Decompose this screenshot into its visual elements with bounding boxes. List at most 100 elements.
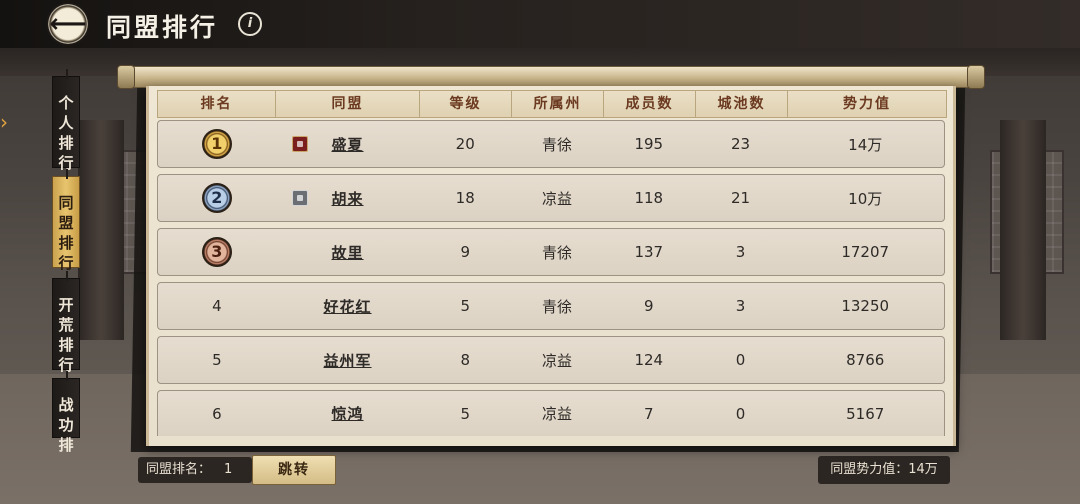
- level-cell: 5: [460, 297, 470, 315]
- power-cell: 5167: [846, 404, 885, 423]
- alliance-name-link[interactable]: 益州军: [324, 352, 372, 370]
- alliance-rank-label: 同盟排名：: [146, 462, 212, 477]
- level-cell: 9: [460, 243, 470, 261]
- background-pillar-right: [1000, 120, 1046, 340]
- power-cell: 8766: [846, 351, 885, 369]
- side-tab-char: 开: [58, 296, 74, 314]
- alliance-name-cell: 益州军: [276, 350, 420, 371]
- state-cell: 青徐: [541, 297, 572, 316]
- table-header: 排名 同盟 等级 所属州 成员数 城池数 势力值: [157, 90, 947, 118]
- alliance-power-label: 同盟势力值：14万: [818, 456, 950, 484]
- power-cell: 10万: [848, 189, 883, 208]
- alliance-rank-field[interactable]: 同盟排名： 1: [138, 457, 252, 483]
- table-row[interactable]: 3 故里 9 青徐 137 3 17207: [157, 228, 945, 276]
- side-tab-char: 排: [58, 134, 74, 152]
- cities-cell: 0: [735, 351, 746, 369]
- background-pillar-left: [78, 120, 124, 340]
- side-tab-char: 荒: [58, 316, 74, 334]
- page-title: 同盟排行: [106, 13, 219, 42]
- ranking-panel: 排名 同盟 等级 所属州 成员数 城池数 势力值 1 盛夏 20 青徐 195 23 14万…: [146, 86, 956, 446]
- cities-cell: 3: [735, 297, 746, 315]
- level-cell: 20: [455, 135, 475, 153]
- state-cell: 凉益: [541, 189, 572, 208]
- state-cell: 青徐: [541, 135, 572, 154]
- alliance-name-link[interactable]: 故里: [332, 244, 364, 262]
- members-cell: 124: [634, 351, 664, 369]
- side-tab-char: 功: [58, 416, 74, 434]
- alliance-name-link[interactable]: 胡来: [332, 190, 364, 208]
- ranking-list[interactable]: 1 盛夏 20 青徐 195 23 14万 2 胡来 18 凉益 118 21 10万 3 故里 9 青徐 137 3…: [157, 120, 945, 442]
- side-tab-0[interactable]: 个人排行: [52, 69, 80, 172]
- side-tab-char: 盟: [58, 214, 74, 232]
- members-cell: 195: [634, 135, 664, 153]
- rank-cell: 1: [158, 129, 276, 159]
- members-cell: 118: [634, 189, 664, 207]
- alliance-flag-icon: [291, 190, 308, 206]
- level-cell: 5: [460, 404, 470, 423]
- gold-medal-icon: 1: [201, 129, 232, 159]
- alliance-name-cell: 盛夏: [276, 134, 420, 155]
- level-cell: 8: [460, 351, 470, 369]
- top-bar: ⟵ 同盟排行 i: [0, 0, 1080, 48]
- table-row[interactable]: 1 盛夏 20 青徐 195 23 14万: [157, 120, 945, 168]
- rank-cell: 6: [212, 404, 222, 423]
- back-button[interactable]: ⟵: [48, 4, 88, 44]
- side-tab-char: 排: [58, 436, 74, 454]
- side-tab-char: 战: [58, 396, 74, 414]
- table-row[interactable]: 4 好花红 5 青徐 9 3 13250: [157, 282, 945, 330]
- state-cell: 凉益: [541, 351, 572, 370]
- side-tab-1[interactable]: 同盟排行: [52, 169, 80, 272]
- members-cell: 7: [643, 404, 654, 423]
- table-row[interactable]: 6 惊鸿 5 凉益 7 0 5167: [157, 390, 945, 436]
- table-row[interactable]: 5 益州军 8 凉益 124 0 8766: [157, 336, 945, 384]
- column-header-power: 势力值: [843, 96, 891, 112]
- bronze-medal-icon: 3: [201, 237, 232, 267]
- cities-cell: 3: [735, 243, 746, 261]
- side-tab-char: 同: [58, 194, 74, 212]
- power-cell: 13250: [841, 297, 890, 315]
- alliance-name-cell: 好花红: [276, 296, 420, 317]
- column-header-state: 所属州: [512, 91, 604, 117]
- alliance-name-link[interactable]: 好花红: [324, 298, 372, 316]
- rank-cell: 3: [158, 237, 276, 267]
- column-header-level: 等级: [420, 91, 512, 117]
- state-cell: 青徐: [541, 243, 572, 262]
- alliance-flag-icon: [291, 136, 308, 152]
- expand-arrow-icon[interactable]: ›: [0, 110, 14, 134]
- alliance-name-cell: 胡来: [276, 188, 420, 209]
- alliance-name-link[interactable]: 惊鸿: [332, 405, 364, 423]
- cities-cell: 23: [730, 135, 751, 153]
- side-tab-char: 排: [58, 234, 74, 252]
- members-cell: 137: [634, 243, 664, 261]
- alliance-name-link[interactable]: 盛夏: [332, 136, 364, 154]
- state-cell: 凉益: [541, 405, 572, 423]
- column-header-cities: 城池数: [696, 91, 788, 117]
- side-tab-char: 人: [58, 114, 74, 132]
- cities-cell: 21: [730, 189, 751, 207]
- scroll-rod: [117, 65, 985, 89]
- side-tab-3[interactable]: 战功排: [52, 371, 80, 454]
- side-tab-char: 排: [58, 336, 74, 354]
- side-tab-char: 行: [58, 254, 74, 272]
- alliance-rank-value: 1: [224, 462, 233, 477]
- power-cell: 14万: [848, 135, 883, 154]
- column-header-rank: 排名: [158, 91, 276, 117]
- rank-cell: 2: [158, 183, 276, 213]
- alliance-name-cell: 惊鸿: [276, 403, 420, 424]
- silver-medal-icon: 2: [201, 183, 232, 213]
- side-tab-2[interactable]: 开荒排行: [52, 271, 80, 374]
- level-cell: 18: [455, 189, 475, 207]
- table-row[interactable]: 2 胡来 18 凉益 118 21 10万: [157, 174, 945, 222]
- alliance-name-cell: 故里: [276, 242, 420, 263]
- cities-cell: 0: [735, 404, 746, 423]
- power-cell: 17207: [841, 243, 890, 261]
- members-cell: 9: [643, 297, 654, 315]
- info-icon[interactable]: i: [238, 12, 262, 36]
- side-tab-char: 个: [58, 94, 74, 112]
- back-arrow-icon: ⟵: [49, 9, 87, 39]
- jump-button[interactable]: 跳转: [252, 455, 336, 485]
- column-header-members: 成员数: [604, 91, 696, 117]
- rank-cell: 4: [212, 297, 222, 315]
- column-header-alliance: 同盟: [276, 91, 420, 117]
- rank-cell: 5: [212, 351, 222, 369]
